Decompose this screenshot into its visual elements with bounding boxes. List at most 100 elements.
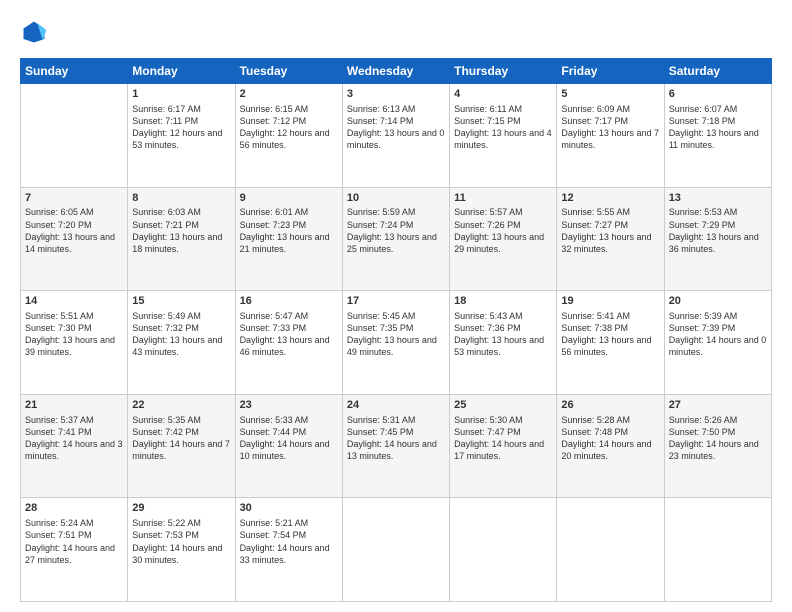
calendar-cell: 26Sunrise: 5:28 AM Sunset: 7:48 PM Dayli… bbox=[557, 394, 664, 498]
cell-info: Sunrise: 5:26 AM Sunset: 7:50 PM Dayligh… bbox=[669, 414, 767, 463]
day-number: 7 bbox=[25, 191, 123, 206]
day-number: 19 bbox=[561, 294, 659, 309]
calendar-cell: 3Sunrise: 6:13 AM Sunset: 7:14 PM Daylig… bbox=[342, 84, 449, 188]
cell-info: Sunrise: 5:39 AM Sunset: 7:39 PM Dayligh… bbox=[669, 310, 767, 359]
day-number: 6 bbox=[669, 87, 767, 102]
calendar-cell: 5Sunrise: 6:09 AM Sunset: 7:17 PM Daylig… bbox=[557, 84, 664, 188]
calendar-cell: 18Sunrise: 5:43 AM Sunset: 7:36 PM Dayli… bbox=[450, 291, 557, 395]
cell-info: Sunrise: 6:07 AM Sunset: 7:18 PM Dayligh… bbox=[669, 103, 767, 152]
week-row-1: 7Sunrise: 6:05 AM Sunset: 7:20 PM Daylig… bbox=[21, 187, 772, 291]
cell-info: Sunrise: 5:55 AM Sunset: 7:27 PM Dayligh… bbox=[561, 206, 659, 255]
day-number: 4 bbox=[454, 87, 552, 102]
cell-info: Sunrise: 5:35 AM Sunset: 7:42 PM Dayligh… bbox=[132, 414, 230, 463]
cell-info: Sunrise: 6:15 AM Sunset: 7:12 PM Dayligh… bbox=[240, 103, 338, 152]
weekday-header-wednesday: Wednesday bbox=[342, 59, 449, 84]
day-number: 18 bbox=[454, 294, 552, 309]
weekday-header-monday: Monday bbox=[128, 59, 235, 84]
calendar-cell bbox=[450, 498, 557, 602]
calendar-cell: 9Sunrise: 6:01 AM Sunset: 7:23 PM Daylig… bbox=[235, 187, 342, 291]
calendar-cell: 17Sunrise: 5:45 AM Sunset: 7:35 PM Dayli… bbox=[342, 291, 449, 395]
calendar-cell: 29Sunrise: 5:22 AM Sunset: 7:53 PM Dayli… bbox=[128, 498, 235, 602]
calendar-table: SundayMondayTuesdayWednesdayThursdayFrid… bbox=[20, 58, 772, 602]
day-number: 10 bbox=[347, 191, 445, 206]
cell-info: Sunrise: 5:51 AM Sunset: 7:30 PM Dayligh… bbox=[25, 310, 123, 359]
calendar-cell: 13Sunrise: 5:53 AM Sunset: 7:29 PM Dayli… bbox=[664, 187, 771, 291]
calendar-cell bbox=[557, 498, 664, 602]
weekday-header-row: SundayMondayTuesdayWednesdayThursdayFrid… bbox=[21, 59, 772, 84]
header bbox=[20, 18, 772, 46]
weekday-header-tuesday: Tuesday bbox=[235, 59, 342, 84]
cell-info: Sunrise: 5:45 AM Sunset: 7:35 PM Dayligh… bbox=[347, 310, 445, 359]
calendar-cell: 30Sunrise: 5:21 AM Sunset: 7:54 PM Dayli… bbox=[235, 498, 342, 602]
week-row-3: 21Sunrise: 5:37 AM Sunset: 7:41 PM Dayli… bbox=[21, 394, 772, 498]
day-number: 24 bbox=[347, 398, 445, 413]
calendar-cell: 1Sunrise: 6:17 AM Sunset: 7:11 PM Daylig… bbox=[128, 84, 235, 188]
calendar-cell bbox=[21, 84, 128, 188]
cell-info: Sunrise: 5:30 AM Sunset: 7:47 PM Dayligh… bbox=[454, 414, 552, 463]
cell-info: Sunrise: 5:49 AM Sunset: 7:32 PM Dayligh… bbox=[132, 310, 230, 359]
day-number: 11 bbox=[454, 191, 552, 206]
cell-info: Sunrise: 5:53 AM Sunset: 7:29 PM Dayligh… bbox=[669, 206, 767, 255]
cell-info: Sunrise: 6:13 AM Sunset: 7:14 PM Dayligh… bbox=[347, 103, 445, 152]
day-number: 17 bbox=[347, 294, 445, 309]
calendar-cell: 25Sunrise: 5:30 AM Sunset: 7:47 PM Dayli… bbox=[450, 394, 557, 498]
day-number: 2 bbox=[240, 87, 338, 102]
cell-info: Sunrise: 6:01 AM Sunset: 7:23 PM Dayligh… bbox=[240, 206, 338, 255]
cell-info: Sunrise: 5:24 AM Sunset: 7:51 PM Dayligh… bbox=[25, 517, 123, 566]
calendar-cell: 23Sunrise: 5:33 AM Sunset: 7:44 PM Dayli… bbox=[235, 394, 342, 498]
day-number: 28 bbox=[25, 501, 123, 516]
calendar-cell: 12Sunrise: 5:55 AM Sunset: 7:27 PM Dayli… bbox=[557, 187, 664, 291]
calendar-cell: 22Sunrise: 5:35 AM Sunset: 7:42 PM Dayli… bbox=[128, 394, 235, 498]
weekday-header-sunday: Sunday bbox=[21, 59, 128, 84]
cell-info: Sunrise: 5:59 AM Sunset: 7:24 PM Dayligh… bbox=[347, 206, 445, 255]
cell-info: Sunrise: 6:03 AM Sunset: 7:21 PM Dayligh… bbox=[132, 206, 230, 255]
weekday-header-friday: Friday bbox=[557, 59, 664, 84]
calendar-cell: 24Sunrise: 5:31 AM Sunset: 7:45 PM Dayli… bbox=[342, 394, 449, 498]
logo-icon bbox=[20, 18, 48, 46]
calendar-cell: 28Sunrise: 5:24 AM Sunset: 7:51 PM Dayli… bbox=[21, 498, 128, 602]
calendar-cell: 11Sunrise: 5:57 AM Sunset: 7:26 PM Dayli… bbox=[450, 187, 557, 291]
calendar-cell: 7Sunrise: 6:05 AM Sunset: 7:20 PM Daylig… bbox=[21, 187, 128, 291]
cell-info: Sunrise: 6:17 AM Sunset: 7:11 PM Dayligh… bbox=[132, 103, 230, 152]
calendar-cell: 20Sunrise: 5:39 AM Sunset: 7:39 PM Dayli… bbox=[664, 291, 771, 395]
week-row-0: 1Sunrise: 6:17 AM Sunset: 7:11 PM Daylig… bbox=[21, 84, 772, 188]
calendar-cell: 14Sunrise: 5:51 AM Sunset: 7:30 PM Dayli… bbox=[21, 291, 128, 395]
day-number: 13 bbox=[669, 191, 767, 206]
day-number: 20 bbox=[669, 294, 767, 309]
cell-info: Sunrise: 6:09 AM Sunset: 7:17 PM Dayligh… bbox=[561, 103, 659, 152]
cell-info: Sunrise: 5:22 AM Sunset: 7:53 PM Dayligh… bbox=[132, 517, 230, 566]
day-number: 30 bbox=[240, 501, 338, 516]
calendar-cell: 6Sunrise: 6:07 AM Sunset: 7:18 PM Daylig… bbox=[664, 84, 771, 188]
day-number: 29 bbox=[132, 501, 230, 516]
cell-info: Sunrise: 6:05 AM Sunset: 7:20 PM Dayligh… bbox=[25, 206, 123, 255]
day-number: 12 bbox=[561, 191, 659, 206]
calendar-cell: 15Sunrise: 5:49 AM Sunset: 7:32 PM Dayli… bbox=[128, 291, 235, 395]
day-number: 5 bbox=[561, 87, 659, 102]
cell-info: Sunrise: 5:28 AM Sunset: 7:48 PM Dayligh… bbox=[561, 414, 659, 463]
day-number: 26 bbox=[561, 398, 659, 413]
page: SundayMondayTuesdayWednesdayThursdayFrid… bbox=[0, 0, 792, 612]
weekday-header-saturday: Saturday bbox=[664, 59, 771, 84]
calendar-cell: 21Sunrise: 5:37 AM Sunset: 7:41 PM Dayli… bbox=[21, 394, 128, 498]
cell-info: Sunrise: 5:43 AM Sunset: 7:36 PM Dayligh… bbox=[454, 310, 552, 359]
cell-info: Sunrise: 5:41 AM Sunset: 7:38 PM Dayligh… bbox=[561, 310, 659, 359]
cell-info: Sunrise: 5:21 AM Sunset: 7:54 PM Dayligh… bbox=[240, 517, 338, 566]
day-number: 15 bbox=[132, 294, 230, 309]
calendar-cell: 2Sunrise: 6:15 AM Sunset: 7:12 PM Daylig… bbox=[235, 84, 342, 188]
day-number: 22 bbox=[132, 398, 230, 413]
cell-info: Sunrise: 5:47 AM Sunset: 7:33 PM Dayligh… bbox=[240, 310, 338, 359]
day-number: 25 bbox=[454, 398, 552, 413]
calendar-cell: 8Sunrise: 6:03 AM Sunset: 7:21 PM Daylig… bbox=[128, 187, 235, 291]
week-row-2: 14Sunrise: 5:51 AM Sunset: 7:30 PM Dayli… bbox=[21, 291, 772, 395]
day-number: 1 bbox=[132, 87, 230, 102]
day-number: 9 bbox=[240, 191, 338, 206]
calendar-cell: 27Sunrise: 5:26 AM Sunset: 7:50 PM Dayli… bbox=[664, 394, 771, 498]
calendar-cell: 16Sunrise: 5:47 AM Sunset: 7:33 PM Dayli… bbox=[235, 291, 342, 395]
cell-info: Sunrise: 5:33 AM Sunset: 7:44 PM Dayligh… bbox=[240, 414, 338, 463]
day-number: 8 bbox=[132, 191, 230, 206]
day-number: 16 bbox=[240, 294, 338, 309]
calendar-cell: 19Sunrise: 5:41 AM Sunset: 7:38 PM Dayli… bbox=[557, 291, 664, 395]
cell-info: Sunrise: 5:31 AM Sunset: 7:45 PM Dayligh… bbox=[347, 414, 445, 463]
calendar-cell bbox=[342, 498, 449, 602]
calendar-cell: 10Sunrise: 5:59 AM Sunset: 7:24 PM Dayli… bbox=[342, 187, 449, 291]
